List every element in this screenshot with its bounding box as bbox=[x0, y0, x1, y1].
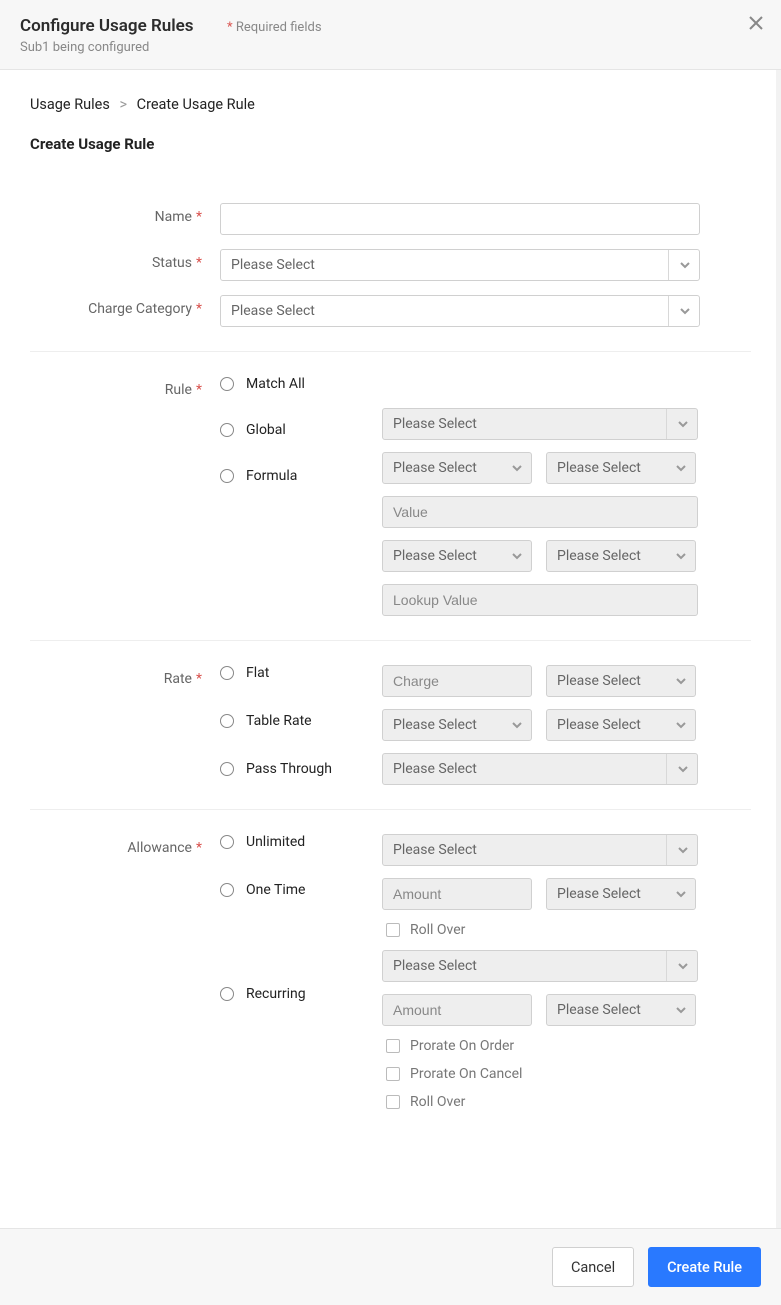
chevron-down-icon bbox=[671, 453, 687, 483]
section-basic: Name* Status* Please Select Charge Categ… bbox=[30, 203, 751, 352]
name-input[interactable] bbox=[220, 203, 700, 235]
page-title: Create Usage Rule bbox=[30, 135, 751, 153]
allowance-unlimited-select[interactable]: Please Select bbox=[382, 834, 698, 866]
allowance-radio-unlimited-label: Unlimited bbox=[246, 834, 305, 850]
allowance-onetime-rollover-label: Roll Over bbox=[410, 922, 465, 938]
allowance-onetime-select[interactable]: Please Select bbox=[546, 878, 696, 910]
allowance-recurring-rollover-label: Roll Over bbox=[410, 1094, 465, 1110]
section-rule: Rule* Match All Global bbox=[30, 376, 751, 641]
rule-value-input[interactable] bbox=[382, 496, 698, 528]
modal-header: Configure Usage Rules * Required fields … bbox=[0, 0, 781, 70]
rule-radio-formula[interactable] bbox=[220, 469, 234, 483]
breadcrumb-root[interactable]: Usage Rules bbox=[30, 96, 110, 113]
rate-flat-select[interactable]: Please Select bbox=[546, 665, 696, 697]
chevron-down-icon bbox=[666, 409, 689, 439]
chevron-down-icon bbox=[666, 951, 689, 981]
scrollbar-track bbox=[776, 70, 781, 1228]
rule-formula-select-3[interactable]: Please Select bbox=[382, 540, 532, 572]
chevron-down-icon bbox=[507, 453, 523, 483]
label-name: Name* bbox=[30, 203, 220, 225]
allowance-prorate-order-label: Prorate On Order bbox=[410, 1038, 514, 1054]
required-fields-note: * Required fields bbox=[227, 20, 322, 35]
allowance-prorate-cancel-checkbox[interactable] bbox=[386, 1067, 400, 1081]
rule-formula-select-2[interactable]: Please Select bbox=[546, 452, 696, 484]
rate-charge-input[interactable] bbox=[382, 665, 532, 697]
chevron-down-icon bbox=[668, 296, 691, 326]
chevron-down-icon bbox=[671, 995, 687, 1025]
cancel-button[interactable]: Cancel bbox=[552, 1247, 634, 1287]
modal-configure-usage-rules: Configure Usage Rules * Required fields … bbox=[0, 0, 781, 1305]
rate-radio-pass-through[interactable] bbox=[220, 762, 234, 776]
allowance-recurring-select[interactable]: Please Select bbox=[382, 950, 698, 982]
chevron-down-icon bbox=[668, 250, 691, 280]
modal-title: Configure Usage Rules bbox=[20, 16, 194, 36]
allowance-prorate-cancel-label: Prorate On Cancel bbox=[410, 1066, 522, 1082]
chevron-down-icon bbox=[671, 879, 687, 909]
rate-radio-flat-label: Flat bbox=[246, 665, 269, 681]
breadcrumb-separator: > bbox=[119, 96, 127, 113]
allowance-radio-one-time[interactable] bbox=[220, 883, 234, 897]
section-allowance: Allowance* Unlimited One Time bbox=[30, 834, 751, 1134]
charge-category-select[interactable]: Please Select bbox=[220, 295, 700, 327]
rate-radio-pass-through-label: Pass Through bbox=[246, 761, 332, 777]
close-icon[interactable] bbox=[747, 14, 765, 36]
label-charge-category: Charge Category* bbox=[30, 295, 220, 317]
breadcrumb-current: Create Usage Rule bbox=[137, 96, 255, 113]
allowance-radio-recurring-label: Recurring bbox=[246, 986, 306, 1002]
rule-formula-select-4[interactable]: Please Select bbox=[546, 540, 696, 572]
allowance-onetime-rollover-checkbox[interactable] bbox=[386, 923, 400, 937]
allowance-recurring-amount-input[interactable] bbox=[382, 994, 532, 1026]
allowance-onetime-amount-input[interactable] bbox=[382, 878, 532, 910]
allowance-recurring-unit-select[interactable]: Please Select bbox=[546, 994, 696, 1026]
chevron-down-icon bbox=[507, 710, 523, 740]
allowance-radio-unlimited[interactable] bbox=[220, 835, 234, 849]
label-rule: Rule* bbox=[30, 376, 220, 398]
label-status: Status* bbox=[30, 249, 220, 271]
rule-radio-match-all-label: Match All bbox=[246, 376, 305, 392]
rate-table-select-2[interactable]: Please Select bbox=[546, 709, 696, 741]
chevron-down-icon bbox=[671, 710, 687, 740]
rule-radio-match-all[interactable] bbox=[220, 377, 234, 391]
rule-lookup-value-input[interactable] bbox=[382, 584, 698, 616]
chevron-down-icon bbox=[666, 754, 689, 784]
rate-table-select-1[interactable]: Please Select bbox=[382, 709, 532, 741]
chevron-down-icon bbox=[507, 541, 523, 571]
rule-formula-select-1[interactable]: Please Select bbox=[382, 452, 532, 484]
rule-radio-global-label: Global bbox=[246, 422, 286, 438]
rate-radio-table-label: Table Rate bbox=[246, 713, 312, 729]
rate-radio-table[interactable] bbox=[220, 714, 234, 728]
allowance-radio-one-time-label: One Time bbox=[246, 882, 305, 898]
create-rule-button[interactable]: Create Rule bbox=[648, 1247, 761, 1287]
rate-pass-through-select[interactable]: Please Select bbox=[382, 753, 698, 785]
label-allowance: Allowance* bbox=[30, 834, 220, 856]
rate-radio-flat[interactable] bbox=[220, 666, 234, 680]
chevron-down-icon bbox=[671, 541, 687, 571]
allowance-prorate-order-checkbox[interactable] bbox=[386, 1039, 400, 1053]
rule-radio-global[interactable] bbox=[220, 423, 234, 437]
section-rate: Rate* Flat Table Rate bbox=[30, 665, 751, 810]
allowance-recurring-rollover-checkbox[interactable] bbox=[386, 1095, 400, 1109]
modal-subtitle: Sub1 being configured bbox=[20, 40, 761, 55]
status-select[interactable]: Please Select bbox=[220, 249, 700, 281]
allowance-radio-recurring[interactable] bbox=[220, 987, 234, 1001]
chevron-down-icon bbox=[671, 666, 687, 696]
breadcrumb: Usage Rules > Create Usage Rule bbox=[30, 96, 751, 113]
modal-body: Usage Rules > Create Usage Rule Create U… bbox=[0, 70, 781, 1228]
modal-footer: Cancel Create Rule bbox=[0, 1228, 781, 1305]
chevron-down-icon bbox=[666, 835, 689, 865]
rule-global-select[interactable]: Please Select bbox=[382, 408, 698, 440]
rule-radio-formula-label: Formula bbox=[246, 468, 297, 484]
label-rate: Rate* bbox=[30, 665, 220, 687]
